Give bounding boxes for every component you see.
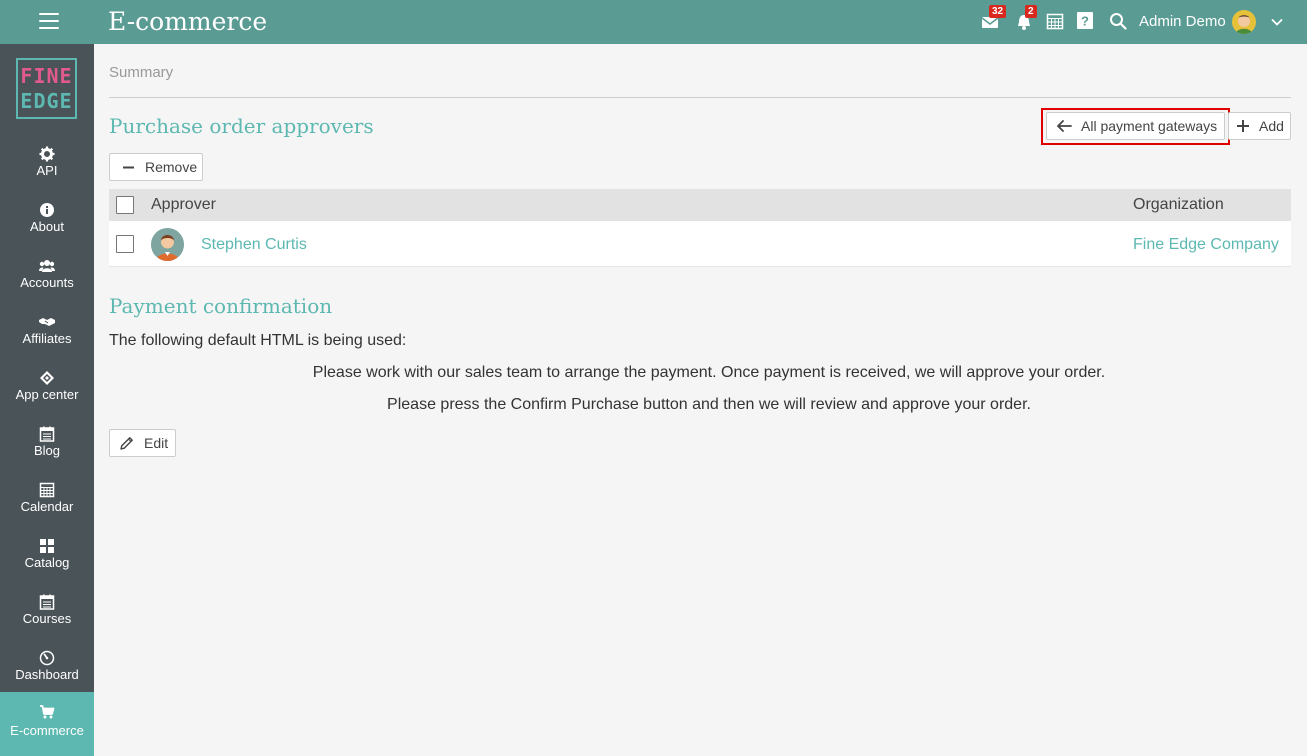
logo-line2: EDGE xyxy=(20,89,73,113)
svg-text:?: ? xyxy=(1081,14,1089,29)
sidebar-item-label: API xyxy=(36,163,58,178)
calendar-icon xyxy=(39,482,55,498)
mail-icon[interactable]: 32 xyxy=(980,5,1007,32)
logo-line1: FINE xyxy=(20,64,73,88)
sidebar-item-affiliates[interactable]: Affiliates xyxy=(0,304,94,360)
sidebar-item-label: Courses xyxy=(22,611,72,626)
approver-link[interactable]: Stephen Curtis xyxy=(201,236,307,254)
sidebar-item-label: E-commerce xyxy=(10,723,84,738)
add-label: Add xyxy=(1259,118,1284,134)
handshake-icon xyxy=(39,314,55,330)
column-organization[interactable]: Organization xyxy=(1133,196,1224,214)
sidebar-item-label: Catalog xyxy=(24,555,70,570)
all-payment-gateways-button[interactable]: All payment gateways xyxy=(1046,112,1225,140)
payment-confirmation-title: Payment confirmation xyxy=(109,294,333,318)
dashboard-icon xyxy=(39,650,55,666)
table-header: Approver Organization xyxy=(109,189,1291,221)
gear-icon xyxy=(39,146,55,162)
sidebar-item-label: Affiliates xyxy=(22,331,72,346)
avatar xyxy=(151,228,184,261)
grid-icon xyxy=(39,538,55,554)
sidebar-item-label: About xyxy=(30,219,64,234)
sidebar-item-app-center[interactable]: App center xyxy=(0,360,94,416)
cart-icon xyxy=(39,704,55,720)
notifications-badge: 2 xyxy=(1025,5,1037,18)
page-title: E-commerce xyxy=(108,7,268,36)
plus-icon xyxy=(1237,120,1249,132)
top-bar: E-commerce 32 2 ? Admin Demo xyxy=(0,0,1307,44)
sidebar-item-api[interactable]: API xyxy=(0,136,94,192)
mail-badge: 32 xyxy=(989,5,1007,18)
approvers-title: Purchase order approvers xyxy=(109,114,374,138)
sidebar-item-calendar[interactable]: Calendar xyxy=(0,472,94,528)
user-name[interactable]: Admin Demo xyxy=(1139,13,1226,30)
calendar-grid-icon[interactable] xyxy=(1046,12,1066,32)
payment-intro: The following default HTML is being used… xyxy=(109,332,407,349)
sidebar-item-blog[interactable]: Blog xyxy=(0,416,94,472)
add-button[interactable]: Add xyxy=(1228,112,1291,140)
sidebar-item-accounts[interactable]: Accounts xyxy=(0,248,94,304)
minus-icon xyxy=(123,162,134,173)
select-all-checkbox[interactable] xyxy=(116,196,134,214)
menu-icon[interactable] xyxy=(39,13,59,31)
search-icon[interactable] xyxy=(1109,12,1129,32)
edit-button[interactable]: Edit xyxy=(109,429,176,457)
edit-label: Edit xyxy=(144,435,169,451)
arrow-left-icon xyxy=(1056,119,1072,133)
table-row: Stephen Curtis Fine Edge Company xyxy=(109,221,1291,267)
sidebar-item-catalog[interactable]: Catalog xyxy=(0,528,94,584)
organization-link[interactable]: Fine Edge Company xyxy=(1133,236,1279,254)
pencil-icon xyxy=(120,436,134,450)
row-checkbox[interactable] xyxy=(116,235,134,253)
courses-icon xyxy=(39,594,55,610)
payment-html-line1: Please work with our sales team to arran… xyxy=(312,364,1106,381)
sidebar-item-label: Calendar xyxy=(20,499,74,514)
sidebar-item-label: Blog xyxy=(33,443,61,458)
sidebar: FINE EDGE API About Accounts Affiliates … xyxy=(0,44,94,756)
breadcrumb[interactable]: Summary xyxy=(109,64,173,81)
info-icon xyxy=(39,202,55,218)
sidebar-item-e-commerce[interactable]: E-commerce xyxy=(0,692,94,756)
payment-html-line2: Please press the Confirm Purchase button… xyxy=(387,396,1031,413)
all-payment-gateways-label: All payment gateways xyxy=(1081,118,1218,134)
sidebar-item-label: Accounts xyxy=(20,275,74,290)
remove-label: Remove xyxy=(145,159,198,175)
diamond-icon xyxy=(39,370,55,386)
column-approver[interactable]: Approver xyxy=(151,196,216,214)
bell-icon[interactable]: 2 xyxy=(1014,5,1037,32)
sidebar-item-dashboard[interactable]: Dashboard xyxy=(0,640,94,696)
help-icon[interactable]: ? xyxy=(1077,12,1097,32)
blog-icon xyxy=(39,426,55,442)
sidebar-item-about[interactable]: About xyxy=(0,192,94,248)
divider xyxy=(109,97,1291,98)
sidebar-item-label: App center xyxy=(15,387,79,402)
sidebar-item-label: Dashboard xyxy=(15,667,79,682)
chevron-down-icon[interactable] xyxy=(1270,14,1284,28)
avatar[interactable] xyxy=(1232,10,1256,34)
users-icon xyxy=(39,258,55,274)
remove-button[interactable]: Remove xyxy=(109,153,203,181)
logo[interactable]: FINE EDGE xyxy=(16,58,77,119)
sidebar-item-courses[interactable]: Courses xyxy=(0,584,94,640)
